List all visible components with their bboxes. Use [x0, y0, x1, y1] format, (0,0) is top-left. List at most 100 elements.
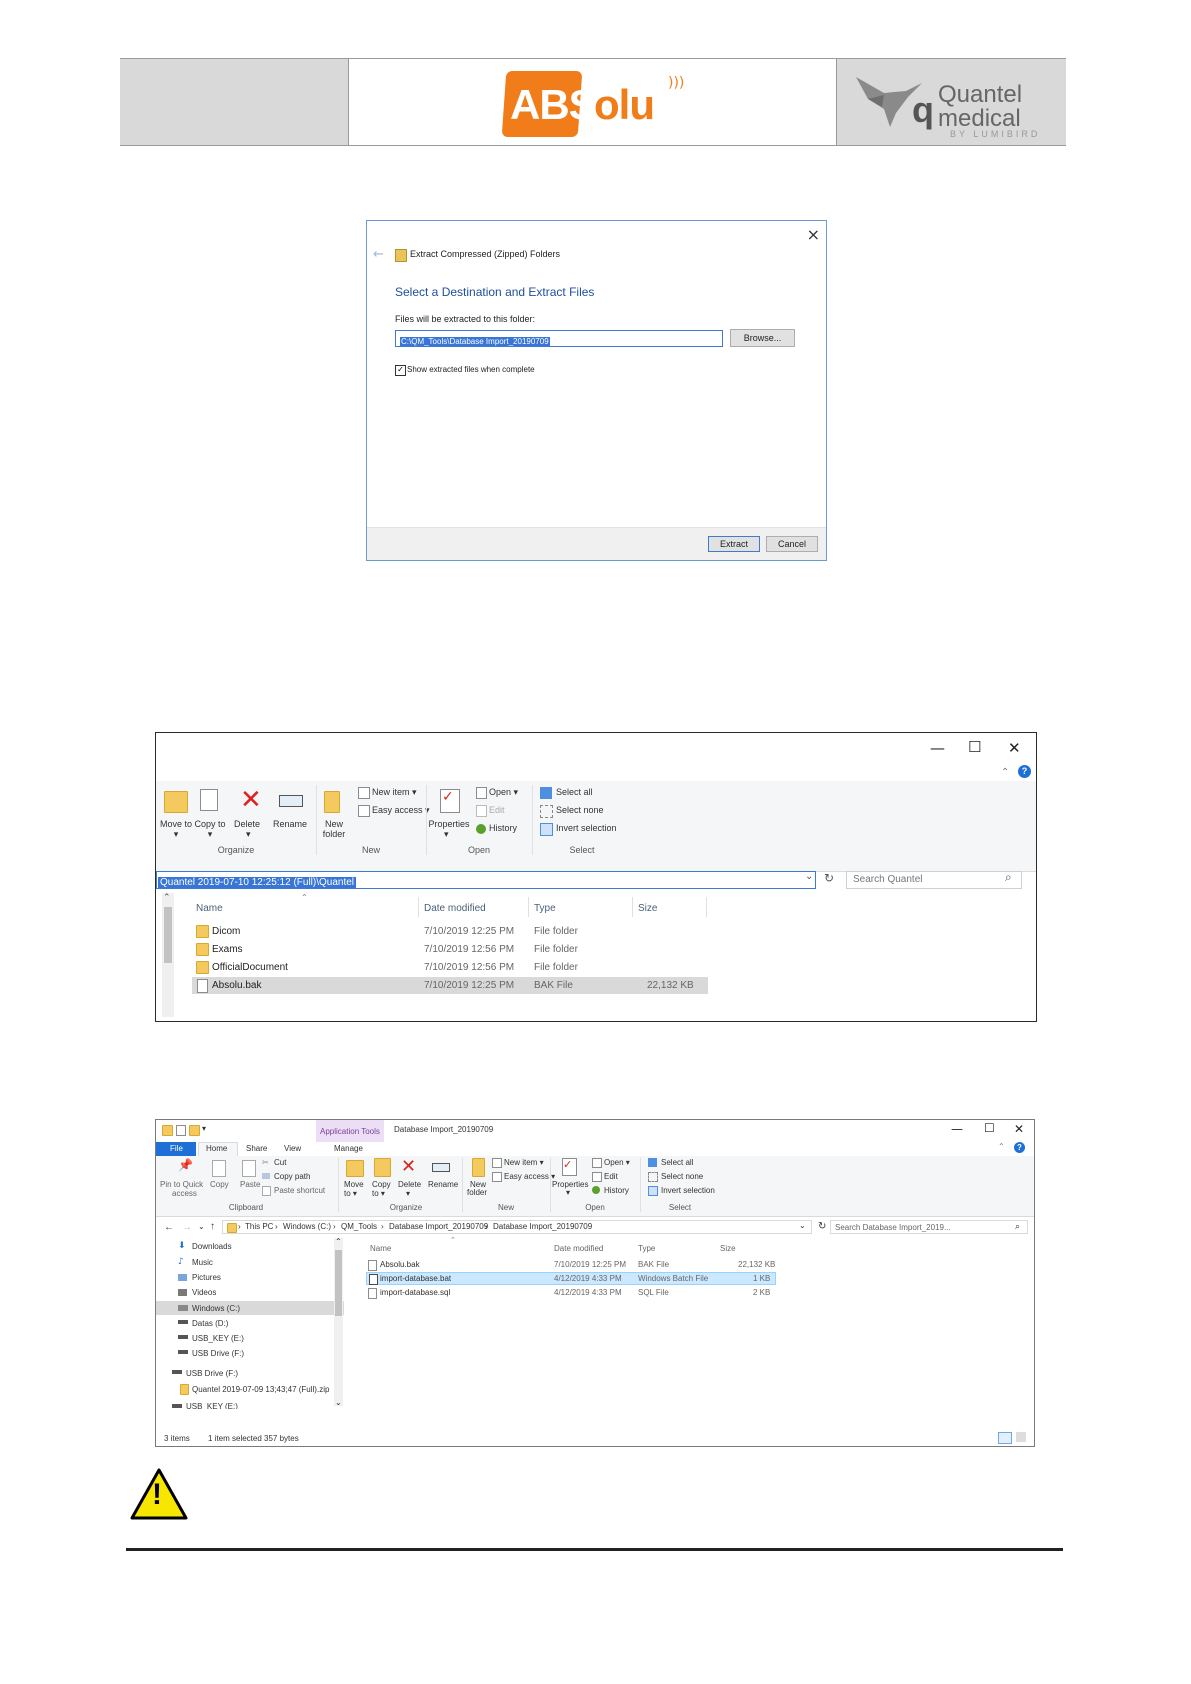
address-dropdown-icon[interactable]: ⌄	[799, 1221, 806, 1230]
sidebar-item-usb-key-e[interactable]: USB_KEY (E:)	[192, 1334, 244, 1343]
collapse-ribbon-icon[interactable]: ⌃	[998, 1142, 1005, 1151]
table-row[interactable]: Dicom 7/10/2019 12:25 PM File folder	[192, 923, 708, 940]
easy-access-button[interactable]: Easy access ▾	[372, 805, 430, 816]
scroll-up-icon[interactable]: ⌃	[335, 1237, 342, 1246]
column-size[interactable]: Size	[720, 1244, 736, 1253]
new-item-button[interactable]: New item ▾	[504, 1158, 544, 1167]
search-input[interactable]: Search Quantel	[846, 871, 1022, 889]
destination-path-input[interactable]: C:\QM_Tools\Database Import_20190709	[395, 330, 723, 347]
properties-qat-icon[interactable]	[176, 1125, 186, 1136]
sidebar-item-quantel-zip[interactable]: Quantel 2019-07-09 13;43;47 (Full).zip	[192, 1385, 329, 1394]
new-item-button[interactable]: New item ▾	[372, 787, 417, 798]
column-type[interactable]: Type	[534, 903, 556, 914]
breadcrumb-windows-c[interactable]: Windows (C:)	[283, 1222, 331, 1231]
qat-dropdown-icon[interactable]: ▾	[202, 1124, 206, 1133]
list-item[interactable]: import-database.sql 4/12/2019 4:33 PM SQ…	[366, 1286, 776, 1299]
sidebar-item-downloads[interactable]: Downloads	[192, 1242, 232, 1251]
recent-locations-icon[interactable]: ⌄	[198, 1222, 205, 1231]
show-files-checkbox[interactable]: ✓	[395, 365, 406, 376]
invert-selection-button[interactable]: Invert selection	[556, 823, 617, 833]
column-date[interactable]: Date modified	[424, 903, 486, 914]
column-name[interactable]: Name	[370, 1244, 391, 1253]
column-divider[interactable]	[632, 897, 633, 917]
sidebar-item-pictures[interactable]: Pictures	[192, 1273, 221, 1282]
select-all-button[interactable]: Select all	[661, 1158, 693, 1167]
open-button[interactable]: Open ▾	[604, 1158, 630, 1167]
history-button[interactable]: History	[489, 823, 517, 833]
move-to-button[interactable]: Move to ▾	[160, 819, 192, 840]
table-row[interactable]: OfficialDocument 7/10/2019 12:56 PM File…	[192, 959, 708, 976]
sidebar-item-datas-d[interactable]: Datas (D:)	[192, 1319, 228, 1328]
rename-button[interactable]: Rename	[428, 1180, 458, 1189]
move-to-button[interactable]: Move to ▾	[344, 1180, 368, 1198]
cancel-button[interactable]: Cancel	[766, 536, 818, 552]
maximize-icon[interactable]: ☐	[984, 1121, 995, 1135]
forward-arrow-icon[interactable]: →	[182, 1222, 192, 1233]
list-item[interactable]: Absolu.bak 7/10/2019 12:25 PM BAK File 2…	[366, 1258, 776, 1271]
breadcrumb-this-pc[interactable]: This PC	[245, 1222, 273, 1231]
table-row-selected[interactable]: Absolu.bak 7/10/2019 12:25 PM BAK File 2…	[192, 977, 708, 994]
sidebar-item-usb-drive-f[interactable]: USB Drive (F:)	[192, 1349, 244, 1358]
history-button[interactable]: History	[604, 1186, 629, 1195]
address-dropdown-icon[interactable]: ⌄	[805, 871, 813, 882]
collapse-ribbon-icon[interactable]: ⌃	[1001, 767, 1009, 778]
maximize-icon[interactable]: ☐	[968, 738, 981, 756]
invert-selection-button[interactable]: Invert selection	[661, 1186, 715, 1195]
sidebar-item-videos[interactable]: Videos	[192, 1288, 216, 1297]
paste-shortcut-button[interactable]: Paste shortcut	[274, 1186, 325, 1195]
properties-button[interactable]: Properties	[552, 1180, 588, 1189]
open-button[interactable]: Open ▾	[489, 787, 518, 798]
delete-dropdown-icon[interactable]: ▾	[406, 1189, 410, 1198]
paste-button[interactable]: Paste	[240, 1180, 260, 1189]
tab-application-tools[interactable]: Application Tools	[320, 1127, 380, 1136]
search-icon[interactable]: ⌕	[1005, 870, 1012, 885]
search-icon[interactable]: ⌕	[1015, 1221, 1020, 1232]
edit-button[interactable]: Edit	[489, 805, 505, 815]
help-icon[interactable]: ?	[1014, 1142, 1025, 1153]
close-icon[interactable]: ✕	[1014, 1122, 1024, 1136]
copy-to-button[interactable]: Copy to ▾	[372, 1180, 396, 1198]
tab-manage[interactable]: Manage	[334, 1144, 363, 1153]
sidebar-item-usb-drive-f-root[interactable]: USB Drive (F:)	[186, 1369, 238, 1378]
select-all-button[interactable]: Select all	[556, 787, 593, 797]
table-row[interactable]: Exams 7/10/2019 12:56 PM File folder	[192, 941, 708, 958]
copy-to-button[interactable]: Copy to ▾	[194, 819, 226, 840]
column-divider[interactable]	[418, 897, 419, 917]
browse-button[interactable]: Browse...	[730, 329, 795, 347]
rename-button[interactable]: Rename	[273, 819, 307, 829]
minimize-icon[interactable]: —	[951, 1122, 963, 1136]
edit-button[interactable]: Edit	[604, 1172, 618, 1181]
address-bar[interactable]: › This PC › Windows (C:) › QM_Tools › Da…	[222, 1220, 812, 1234]
scroll-down-icon[interactable]: ⌄	[335, 1398, 342, 1407]
new-folder-qat-icon[interactable]	[189, 1125, 200, 1136]
pin-quick-access-label-1[interactable]: Pin to Quick	[160, 1180, 203, 1189]
address-bar[interactable]: Quantel 2019-07-10 12:25:12 (Full)\Quant…	[156, 871, 816, 889]
scroll-up-icon[interactable]: ⌃	[163, 893, 171, 903]
breadcrumb-database-import-sub[interactable]: Database Import_20190709	[493, 1222, 592, 1231]
extract-button[interactable]: Extract	[708, 536, 760, 552]
search-input[interactable]: Search Database Import_2019... ⌕	[830, 1220, 1028, 1234]
pin-quick-access-label-2[interactable]: access	[172, 1189, 197, 1198]
back-arrow-icon[interactable]: ←	[164, 1222, 174, 1233]
large-icons-view-icon[interactable]	[1016, 1432, 1026, 1442]
new-folder-label-2[interactable]: folder	[467, 1188, 487, 1197]
column-type[interactable]: Type	[638, 1244, 655, 1253]
properties-dropdown-icon[interactable]: ▾	[566, 1188, 570, 1197]
column-divider[interactable]	[706, 897, 707, 917]
properties-button[interactable]: Properties	[426, 819, 472, 829]
up-arrow-icon[interactable]: ↑	[210, 1221, 215, 1232]
column-size[interactable]: Size	[638, 903, 657, 914]
scrollbar-thumb[interactable]	[164, 907, 172, 963]
close-icon[interactable]: ×	[807, 225, 820, 244]
new-folder-label-1[interactable]: New	[316, 819, 352, 829]
minimize-icon[interactable]: —	[930, 739, 945, 757]
details-view-icon[interactable]	[998, 1432, 1012, 1444]
breadcrumb-database-import[interactable]: Database Import_20190709	[389, 1222, 488, 1231]
column-name[interactable]: Name	[196, 903, 223, 914]
new-folder-label-2[interactable]: folder	[316, 829, 352, 839]
copy-button[interactable]: Copy	[210, 1180, 229, 1189]
copy-path-button[interactable]: Copy path	[274, 1172, 310, 1181]
sidebar-item-music[interactable]: Music	[192, 1258, 213, 1267]
back-arrow-icon[interactable]: ←	[373, 247, 384, 262]
tab-view[interactable]: View	[284, 1144, 301, 1153]
